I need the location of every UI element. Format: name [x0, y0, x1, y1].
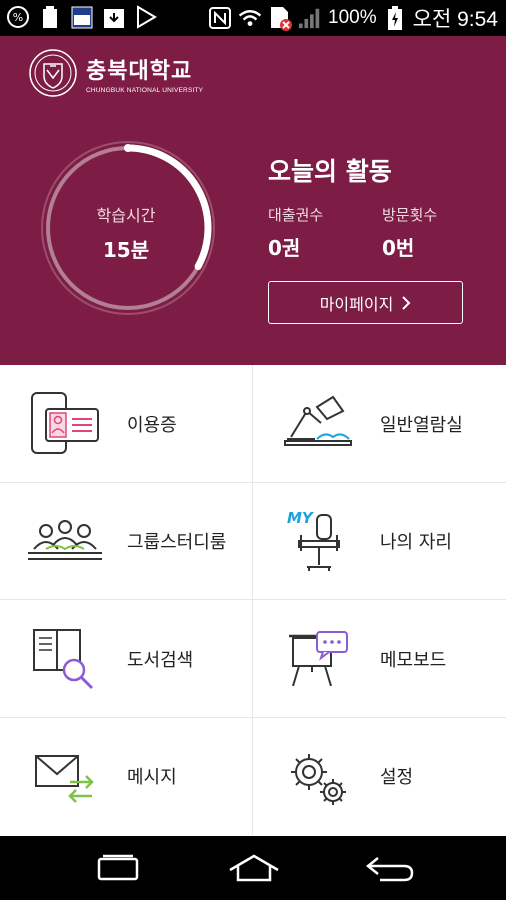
svg-text:%: %	[13, 11, 23, 24]
menu-item-settings[interactable]: 설정	[253, 718, 506, 836]
loans-value: 0권	[268, 236, 301, 260]
activity-title: 오늘의 활동	[268, 157, 392, 186]
recent-apps-icon	[97, 854, 139, 881]
study-time-value: 15분	[102, 238, 150, 262]
menu-grid: 이용증 일반열람실 그룹스터디룸 MY 나의 자리 도서검색 메모보드 메시지 …	[0, 365, 506, 835]
visits-label: 방문횟수	[382, 206, 438, 224]
status-bar: % 100% 오전 9:54	[0, 0, 506, 36]
signal-icon	[298, 5, 322, 31]
chevron-right-icon	[402, 295, 411, 310]
settings-icon	[291, 753, 346, 805]
memo-board-icon	[289, 631, 348, 687]
home-button[interactable]	[224, 848, 284, 888]
study-progress-ring	[41, 141, 215, 315]
reading-lamp-icon	[284, 395, 352, 446]
menu-label: 일반열람실	[380, 414, 463, 436]
nfc-icon	[208, 5, 232, 31]
calendar-icon	[70, 4, 94, 30]
my-seat-icon: MY	[287, 509, 340, 571]
svg-text:MY: MY	[287, 509, 315, 527]
recent-apps-button[interactable]	[88, 848, 148, 888]
logo-english: CHUNGBUK NATIONAL UNIVERSITY	[86, 86, 204, 94]
menu-label: 이용증	[127, 414, 177, 436]
study-progress-start-dot	[124, 144, 132, 152]
visits-value: 0번	[382, 236, 415, 260]
menu-item-group-study-room[interactable]: 그룹스터디룸	[0, 482, 253, 600]
menu-item-memo-board[interactable]: 메모보드	[253, 600, 506, 718]
mypage-button[interactable]: 마이페이지	[268, 281, 463, 324]
study-time-label: 학습시간	[96, 206, 156, 225]
menu-item-my-seat[interactable]: MY 나의 자리	[253, 483, 506, 600]
menu-item-messages[interactable]: 메시지	[0, 717, 253, 835]
data-saver-icon: %	[6, 4, 30, 30]
home-icon	[229, 854, 279, 882]
menu-label: 도서검색	[127, 649, 194, 671]
menu-label: 메시지	[127, 767, 177, 789]
header-panel: 충북대학교 CHUNGBUK NATIONAL UNIVERSITY 학습시간 …	[0, 36, 506, 365]
university-logo: 충북대학교 CHUNGBUK NATIONAL UNIVERSITY	[28, 48, 203, 98]
university-emblem-icon	[29, 49, 77, 97]
system-nav-bar	[0, 836, 506, 900]
menu-item-id-card[interactable]: 이용증	[0, 365, 253, 483]
menu-item-reading-room[interactable]: 일반열람실	[253, 365, 506, 483]
menu-label: 설정	[380, 767, 414, 789]
back-button[interactable]	[360, 848, 420, 888]
battery-percent: 100%	[328, 7, 377, 28]
id-card-icon	[31, 392, 99, 454]
loans-label: 대출권수	[268, 206, 324, 224]
book-search-icon	[33, 629, 94, 690]
group-study-icon	[28, 519, 102, 560]
back-arrow-icon	[365, 857, 414, 882]
wifi-icon	[238, 5, 262, 31]
download-icon	[102, 4, 126, 30]
mypage-button-label: 마이페이지	[319, 294, 394, 314]
menu-item-book-search[interactable]: 도서검색	[0, 600, 253, 718]
battery-full-icon	[38, 4, 62, 30]
menu-label: 나의 자리	[380, 532, 452, 554]
message-icon	[35, 754, 94, 803]
menu-label: 그룹스터디룸	[127, 532, 227, 554]
menu-label: 메모보드	[380, 649, 447, 671]
clock: 오전 9:54	[412, 8, 498, 31]
logo-korean: 충북대학교	[86, 58, 193, 84]
play-store-icon	[134, 4, 158, 30]
sim-error-icon	[268, 5, 293, 31]
battery-charging-icon	[383, 5, 407, 31]
